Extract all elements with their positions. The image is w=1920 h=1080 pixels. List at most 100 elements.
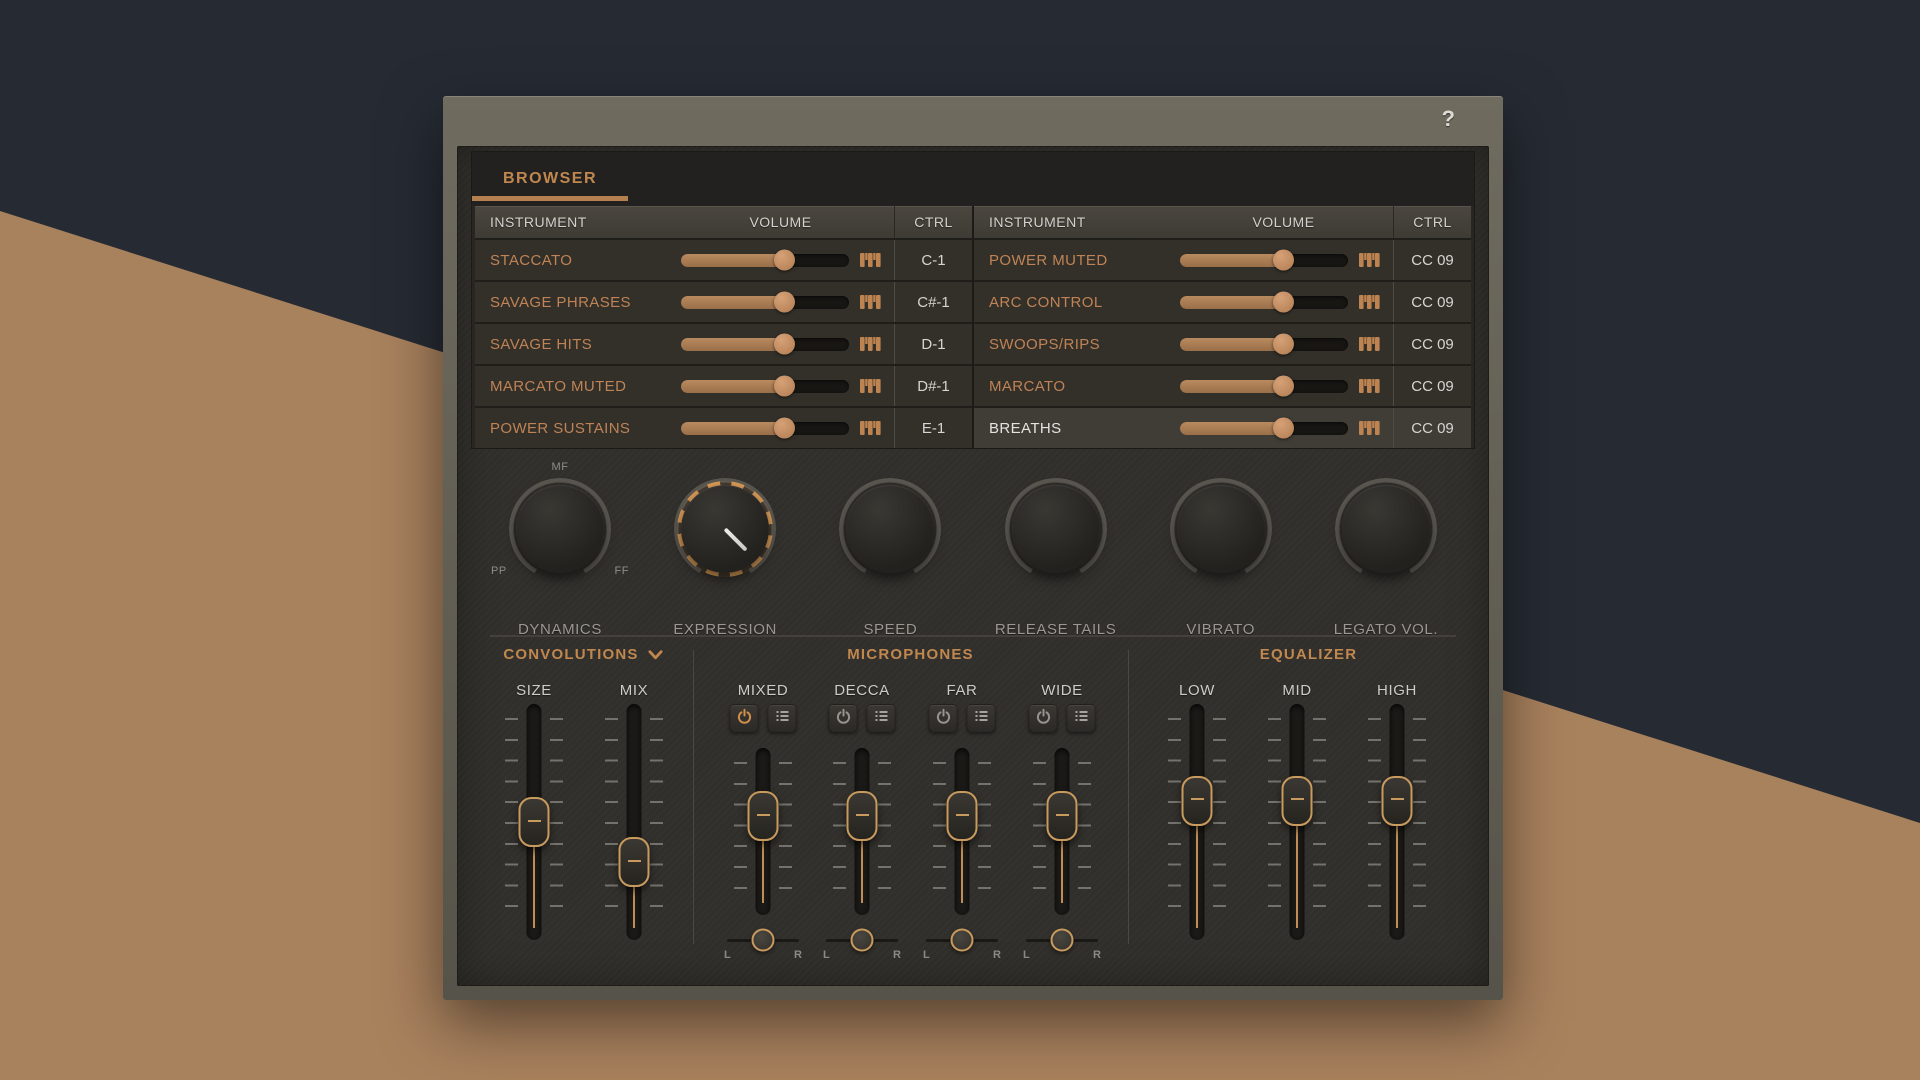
ctrl-value[interactable]: CC 09 (1393, 324, 1471, 364)
table-row[interactable]: SAVAGE HITS D-1 (475, 322, 972, 364)
keyboard-icon[interactable] (859, 336, 882, 352)
volume-slider[interactable] (681, 417, 849, 439)
fader-handle[interactable] (1181, 775, 1213, 826)
volume-slider-thumb[interactable] (1273, 333, 1295, 355)
volume-slider[interactable] (1180, 249, 1348, 271)
tab-browser[interactable]: BROWSER (472, 152, 628, 206)
mic-far-fader[interactable] (930, 748, 994, 915)
keyboard-icon[interactable] (1358, 252, 1381, 268)
table-row[interactable]: SAVAGE PHRASES C#-1 (475, 280, 972, 322)
ctrl-value[interactable]: CC 09 (1393, 366, 1471, 406)
volume-slider[interactable] (1180, 375, 1348, 397)
mic-mixed-fader[interactable] (731, 748, 795, 915)
volume-slider-thumb[interactable] (774, 333, 796, 355)
knob-release-tails[interactable]: RELEASE TAILS (981, 468, 1131, 638)
fader-handle[interactable] (618, 837, 650, 888)
size-fader[interactable] (502, 704, 566, 940)
instrument-name[interactable]: ARC CONTROL (974, 282, 1174, 322)
volume-slider-thumb[interactable] (774, 417, 796, 439)
knob-dynamics[interactable]: MF PP FF DYNAMICS (485, 461, 635, 638)
instrument-name[interactable]: SWOOPS/RIPS (974, 324, 1174, 364)
volume-slider[interactable] (681, 249, 849, 271)
volume-slider[interactable] (681, 375, 849, 397)
fader-handle[interactable] (946, 791, 978, 842)
ctrl-value[interactable]: D-1 (894, 324, 972, 364)
ctrl-value[interactable]: C-1 (894, 240, 972, 280)
table-row[interactable]: POWER MUTED CC 09 (974, 238, 1471, 280)
mic-decca-fader[interactable] (830, 748, 894, 915)
mic-decca-pan[interactable] (826, 928, 898, 952)
ctrl-value[interactable]: CC 09 (1393, 240, 1471, 280)
keyboard-icon[interactable] (1358, 420, 1381, 436)
knob-vibrato[interactable]: VIBRATO (1146, 468, 1296, 638)
power-button[interactable] (1028, 704, 1058, 732)
volume-slider[interactable] (1180, 333, 1348, 355)
power-button[interactable] (928, 704, 958, 732)
knob-body[interactable] (516, 485, 604, 573)
volume-slider-thumb[interactable] (1273, 375, 1295, 397)
fader-handle[interactable] (846, 791, 878, 842)
table-row[interactable]: SWOOPS/RIPS CC 09 (974, 322, 1471, 364)
knob-legato-vol[interactable]: LEGATO VOL. (1311, 468, 1461, 638)
keyboard-icon[interactable] (1358, 294, 1381, 310)
instrument-name[interactable]: MARCATO (974, 366, 1174, 406)
knob-body[interactable] (1011, 485, 1100, 573)
power-button[interactable] (828, 704, 858, 732)
instrument-name[interactable]: SAVAGE PHRASES (475, 282, 667, 322)
knob-body[interactable] (1176, 485, 1265, 573)
ctrl-value[interactable]: D#-1 (894, 366, 972, 406)
table-row-selected[interactable]: BREATHS CC 09 (974, 406, 1471, 448)
volume-slider[interactable] (681, 333, 849, 355)
knob-body[interactable] (1341, 485, 1430, 573)
keyboard-icon[interactable] (1358, 378, 1381, 394)
list-button[interactable] (966, 704, 996, 732)
mix-fader[interactable] (602, 704, 666, 940)
ctrl-value[interactable]: CC 09 (1393, 408, 1471, 448)
volume-slider-thumb[interactable] (1273, 291, 1295, 313)
keyboard-icon[interactable] (859, 378, 882, 394)
table-row[interactable]: MARCATO CC 09 (974, 364, 1471, 406)
list-button[interactable] (1066, 704, 1096, 732)
keyboard-icon[interactable] (1358, 336, 1381, 352)
keyboard-icon[interactable] (859, 252, 882, 268)
power-button[interactable] (729, 704, 759, 732)
eq-high-fader[interactable] (1365, 704, 1429, 940)
mic-mixed-pan[interactable] (727, 928, 799, 952)
eq-low-fader[interactable] (1165, 704, 1229, 940)
mic-wide-pan[interactable] (1026, 928, 1098, 952)
keyboard-icon[interactable] (859, 420, 882, 436)
fader-handle[interactable] (1381, 775, 1413, 826)
ctrl-value[interactable]: E-1 (894, 408, 972, 448)
volume-slider[interactable] (1180, 291, 1348, 313)
instrument-name[interactable]: SAVAGE HITS (475, 324, 667, 364)
mic-far-pan[interactable] (926, 928, 998, 952)
eq-mid-fader[interactable] (1265, 704, 1329, 940)
volume-slider-thumb[interactable] (1273, 417, 1295, 439)
ctrl-value[interactable]: CC 09 (1393, 282, 1471, 322)
help-icon[interactable]: ? (1442, 106, 1455, 132)
instrument-name[interactable]: POWER MUTED (974, 240, 1174, 280)
table-row[interactable]: POWER SUSTAINS E-1 (475, 406, 972, 448)
list-button[interactable] (866, 704, 896, 732)
fader-handle[interactable] (747, 791, 779, 842)
ctrl-value[interactable]: C#-1 (894, 282, 972, 322)
table-row[interactable]: STACCATO C-1 (475, 238, 972, 280)
chevron-down-icon[interactable] (648, 649, 663, 661)
table-row[interactable]: ARC CONTROL CC 09 (974, 280, 1471, 322)
instrument-name[interactable]: POWER SUSTAINS (475, 408, 667, 448)
convolutions-header[interactable]: CONVOLUTIONS (471, 646, 695, 663)
knob-speed[interactable]: SPEED (815, 468, 965, 638)
volume-slider-thumb[interactable] (1273, 249, 1295, 271)
fader-handle[interactable] (518, 797, 550, 847)
fader-handle[interactable] (1281, 775, 1313, 826)
volume-slider-thumb[interactable] (774, 249, 796, 271)
list-button[interactable] (767, 704, 797, 732)
knob-expression[interactable]: EXPRESSION (650, 468, 800, 638)
instrument-name[interactable]: MARCATO MUTED (475, 366, 667, 406)
mic-wide-fader[interactable] (1030, 748, 1094, 915)
fader-handle[interactable] (1046, 791, 1078, 842)
table-row[interactable]: MARCATO MUTED D#-1 (475, 364, 972, 406)
volume-slider[interactable] (681, 291, 849, 313)
instrument-name[interactable]: BREATHS (974, 408, 1174, 448)
volume-slider[interactable] (1180, 417, 1348, 439)
